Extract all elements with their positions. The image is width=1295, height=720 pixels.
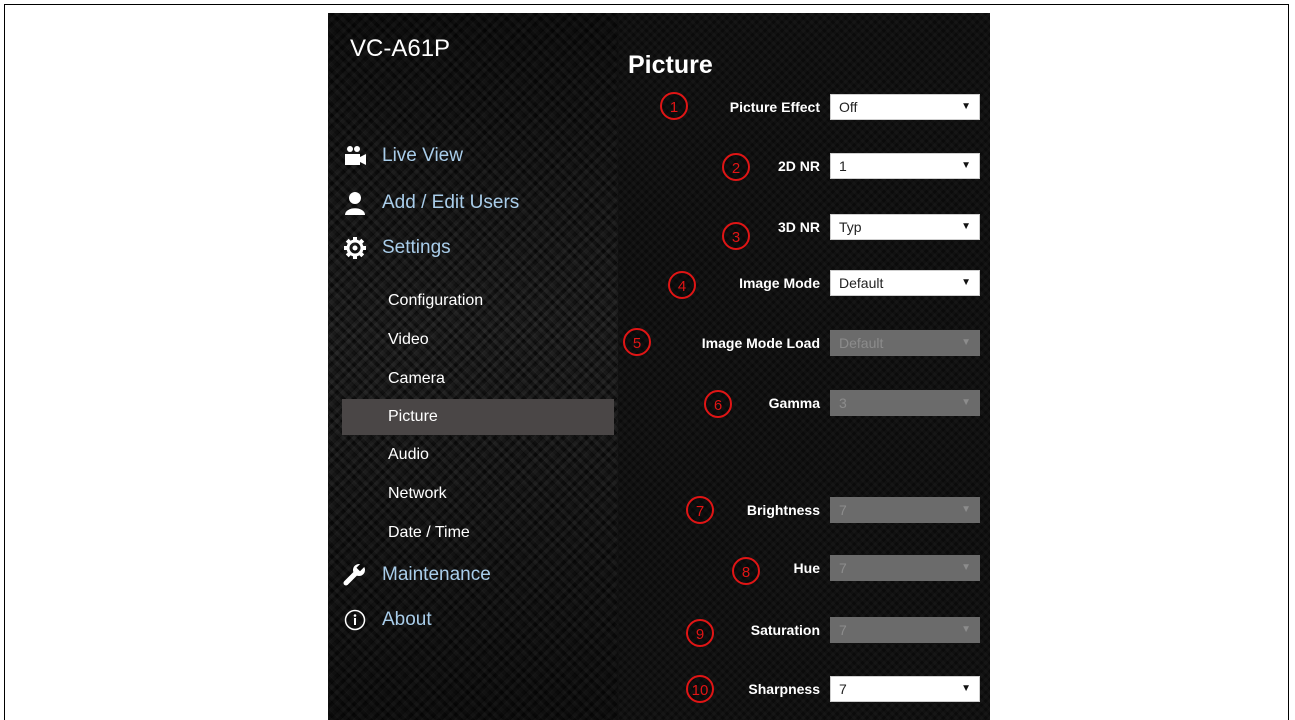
- saturation-select: 7 ▼: [830, 617, 980, 643]
- 3d-nr-select[interactable]: Typ ▼: [830, 214, 980, 240]
- callout-badge: 10: [686, 675, 714, 703]
- field-image-mode: 4 Image Mode Default ▼: [618, 270, 990, 299]
- gamma-select: 3 ▼: [830, 390, 980, 416]
- callout-badge: 4: [668, 271, 696, 299]
- select-value: Default: [839, 275, 884, 291]
- image-mode-load-select: Default ▼: [830, 330, 980, 356]
- subnav-camera[interactable]: Camera: [342, 361, 614, 397]
- callout-badge: 3: [722, 222, 750, 250]
- field-3d-nr: 3 3D NR Typ ▼: [618, 214, 990, 250]
- field-label: Image Mode Load: [701, 335, 820, 351]
- field-label: Gamma: [768, 395, 820, 411]
- gear-icon: [342, 235, 368, 261]
- nav-label: Maintenance: [382, 564, 491, 585]
- info-icon: [342, 607, 368, 633]
- nav-about[interactable]: About: [342, 607, 432, 633]
- page-title: Picture: [628, 51, 713, 79]
- nav-maintenance[interactable]: Maintenance: [342, 562, 491, 588]
- callout-badge: 1: [660, 92, 688, 120]
- picture-effect-select[interactable]: Off ▼: [830, 94, 980, 120]
- callout-badge: 9: [686, 619, 714, 647]
- subnav-video[interactable]: Video: [342, 322, 614, 358]
- brightness-select: 7 ▼: [830, 497, 980, 523]
- wrench-icon: [342, 562, 368, 588]
- dropdown-arrow-icon: ▼: [961, 683, 971, 694]
- subnav-date-time[interactable]: Date / Time: [342, 515, 614, 551]
- field-label: Image Mode: [739, 275, 820, 291]
- field-label: Sharpness: [748, 681, 820, 697]
- field-label: 2D NR: [777, 158, 820, 174]
- dropdown-arrow-icon: ▼: [961, 397, 971, 408]
- callout-badge: 5: [623, 328, 651, 356]
- user-icon: [342, 190, 368, 216]
- dropdown-arrow-icon: ▼: [961, 504, 971, 515]
- subnav-picture[interactable]: Picture: [342, 399, 614, 435]
- nav-label: Add / Edit Users: [382, 192, 520, 213]
- field-brightness: 7 Brightness 7 ▼: [618, 496, 990, 524]
- subnav-network[interactable]: Network: [342, 476, 614, 512]
- field-gamma: 6 Gamma 3 ▼: [618, 390, 990, 418]
- image-mode-select[interactable]: Default ▼: [830, 270, 980, 296]
- field-hue: 8 Hue 7 ▼: [618, 555, 990, 585]
- dropdown-arrow-icon: ▼: [961, 160, 971, 171]
- camera-web-ui: VC-A61P Live View Add / Edit Users Setti…: [328, 13, 990, 720]
- dropdown-arrow-icon: ▼: [961, 562, 971, 573]
- field-image-mode-load: 5 Image Mode Load Default ▼: [618, 328, 990, 356]
- subnav-configuration[interactable]: Configuration: [342, 283, 614, 319]
- nav-add-edit-users[interactable]: Add / Edit Users: [342, 190, 519, 216]
- sharpness-select[interactable]: 7 ▼: [830, 676, 980, 702]
- field-label: Brightness: [746, 502, 820, 518]
- select-value: 7: [839, 502, 847, 518]
- 2d-nr-select[interactable]: 1 ▼: [830, 153, 980, 179]
- video-camera-icon: [342, 143, 368, 169]
- field-sharpness: 10 Sharpness 7 ▼: [618, 675, 990, 703]
- select-value: 7: [839, 681, 847, 697]
- select-value: 7: [839, 622, 847, 638]
- select-value: 7: [839, 560, 847, 576]
- callout-badge: 2: [722, 153, 750, 181]
- callout-badge: 6: [704, 390, 732, 418]
- field-label: Saturation: [750, 622, 820, 638]
- dropdown-arrow-icon: ▼: [961, 101, 971, 112]
- field-label: Hue: [793, 560, 820, 576]
- field-label: 3D NR: [777, 219, 820, 235]
- select-value: 3: [839, 395, 847, 411]
- select-value: Default: [839, 335, 884, 351]
- nav-label: Live View: [382, 145, 463, 166]
- field-saturation: 9 Saturation 7 ▼: [618, 617, 990, 647]
- dropdown-arrow-icon: ▼: [961, 277, 971, 288]
- hue-select: 7 ▼: [830, 555, 980, 581]
- nav-label: About: [382, 609, 432, 630]
- nav-label: Settings: [382, 237, 451, 258]
- select-value: Typ: [839, 219, 862, 235]
- field-picture-effect: 1 Picture Effect Off ▼: [618, 92, 990, 120]
- select-value: Off: [839, 99, 858, 115]
- callout-badge: 7: [686, 496, 714, 524]
- field-label: Picture Effect: [729, 99, 820, 115]
- select-value: 1: [839, 158, 847, 174]
- dropdown-arrow-icon: ▼: [961, 337, 971, 348]
- nav-live-view[interactable]: Live View: [342, 143, 463, 169]
- callout-badge: 8: [732, 557, 760, 585]
- dropdown-arrow-icon: ▼: [961, 624, 971, 635]
- subnav-audio[interactable]: Audio: [342, 437, 614, 473]
- field-2d-nr: 2 2D NR 1 ▼: [618, 153, 990, 181]
- nav-settings[interactable]: Settings: [342, 235, 451, 261]
- app-title: VC-A61P: [350, 35, 451, 62]
- dropdown-arrow-icon: ▼: [961, 221, 971, 232]
